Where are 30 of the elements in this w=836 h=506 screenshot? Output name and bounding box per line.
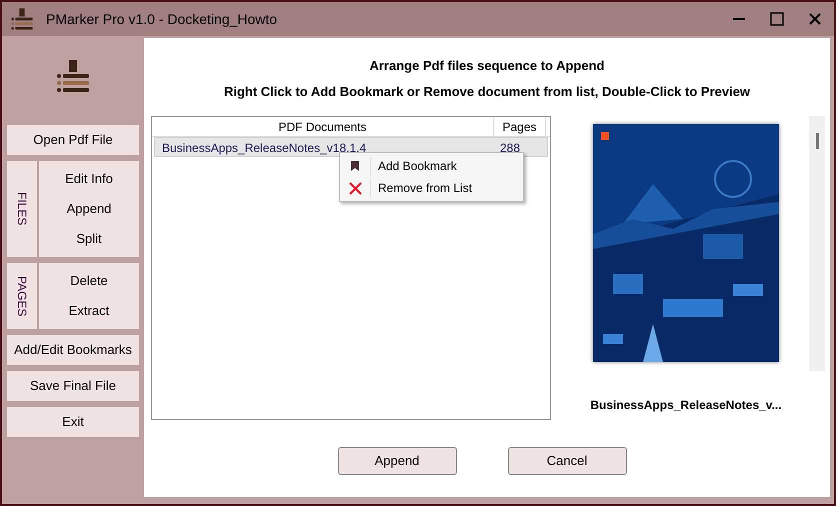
menu-item[interactable]: Remove from List: [340, 177, 523, 199]
menu-item[interactable]: Add Bookmark: [340, 155, 523, 177]
close-icon[interactable]: [808, 12, 822, 26]
header-subtitle: Right Click to Add Bookmark or Remove document from list, Double-Click to Preview: [222, 82, 752, 101]
sidebar-button[interactable]: Split: [39, 224, 139, 254]
sidebar-button[interactable]: Append: [39, 194, 139, 224]
column-header[interactable]: PDF Documents: [152, 117, 494, 136]
scrollbar[interactable]: [809, 116, 825, 371]
header-title: Arrange Pdf files sequence to Append: [368, 57, 606, 75]
app-logo-icon: [55, 58, 91, 94]
sidebar-button[interactable]: Add/Edit Bookmarks: [7, 335, 139, 365]
sidebar-button[interactable]: Edit Info: [39, 164, 139, 194]
table-cell-text: BusinessApps_ReleaseNotes_v18.1.4: [161, 140, 368, 156]
app-logo-icon: [10, 7, 34, 31]
sidebar-button[interactable]: Extract: [39, 296, 139, 326]
sidebar-button[interactable]: Open Pdf File: [7, 125, 139, 155]
dialog-button[interactable]: Append: [338, 447, 456, 475]
maximize-icon[interactable]: [770, 12, 784, 26]
bookmark-icon: [351, 161, 359, 171]
sidebar-button[interactable]: Exit: [7, 407, 139, 437]
close-icon: [348, 182, 362, 194]
table-cell-text: 288: [499, 140, 522, 156]
preview-caption: BusinessApps_ReleaseNotes_v...: [590, 397, 782, 414]
window-title: PMarker Pro v1.0 - Docketing_Howto: [46, 10, 278, 29]
group-label: FILES: [14, 192, 30, 226]
sidebar-button[interactable]: Delete: [39, 266, 139, 296]
group-label: PAGES: [14, 276, 30, 316]
sidebar-button[interactable]: Save Final File: [7, 371, 139, 401]
column-header[interactable]: Pages: [494, 117, 546, 136]
dialog-button[interactable]: Cancel: [508, 447, 626, 475]
